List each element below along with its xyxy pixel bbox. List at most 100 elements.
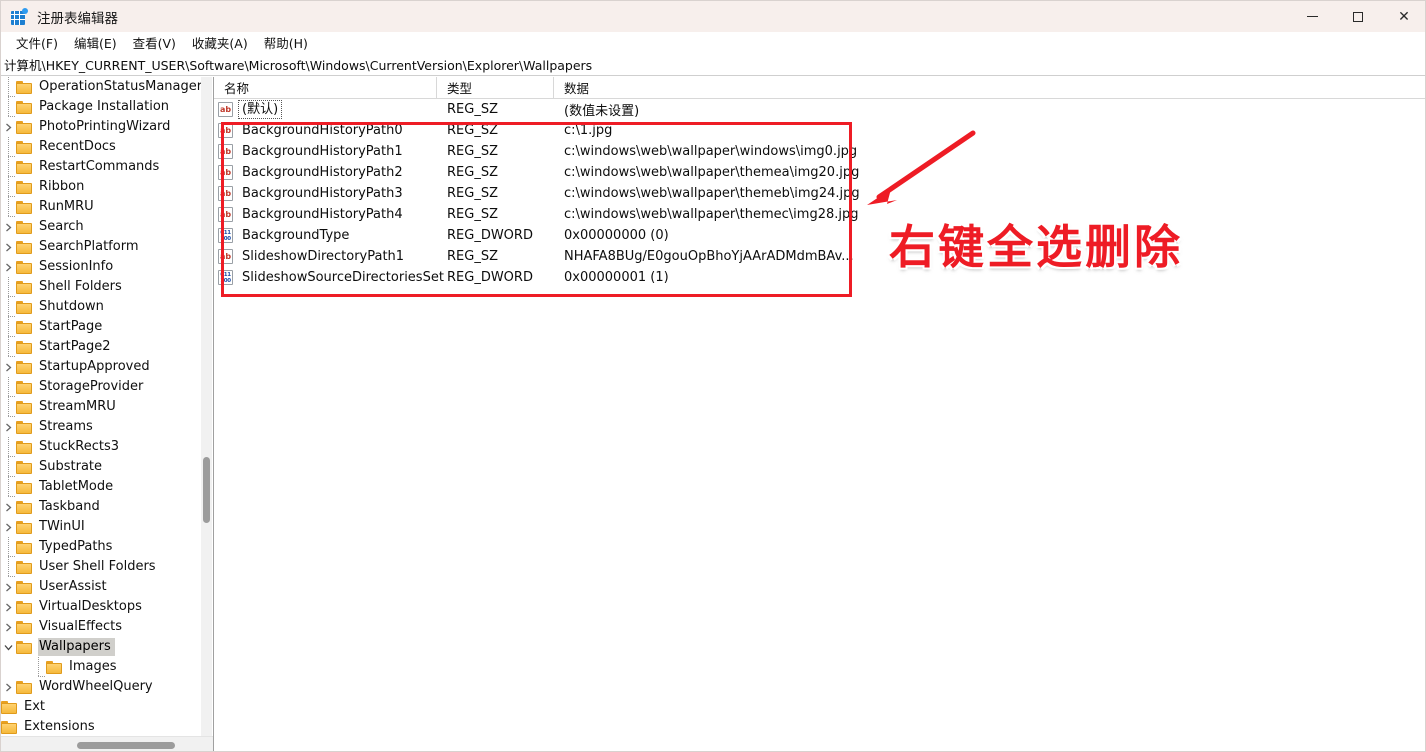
tree-vscroll-thumb[interactable] [203,457,210,523]
table-row[interactable]: 011 100 BackgroundType REG_DWORD 0x00000000 … [214,225,1425,246]
tree-item-startpage2[interactable]: StartPage2 [1,337,213,357]
table-row[interactable]: ab BackgroundHistoryPath2 REG_SZ c:\windows… [214,162,1425,183]
tree-item-restartcommands[interactable]: RestartCommands [1,157,213,177]
minimize-button[interactable] [1289,1,1335,32]
menu-help[interactable]: 帮助(H) [257,31,317,54]
tree-item-search[interactable]: Search [1,217,213,237]
menu-favorites[interactable]: 收藏夹(A) [185,31,257,54]
tree-vertical-scrollbar[interactable] [201,77,212,736]
value-type: REG_SZ [447,165,498,180]
tree-item-virtualdesktops[interactable]: VirtualDesktops [1,597,213,617]
tree-item-searchplatform[interactable]: SearchPlatform [1,237,213,257]
table-row[interactable]: ab SlideshowDirectoryPath1 REG_SZ NHAFA8BUg… [214,246,1425,267]
chevron-right-icon[interactable] [1,583,16,592]
chevron-right-icon[interactable] [1,603,16,612]
tree-item-substrate[interactable]: Substrate [1,457,213,477]
close-button[interactable]: ✕ [1381,1,1425,32]
table-row[interactable]: ab BackgroundHistoryPath4 REG_SZ c:\windows… [214,204,1425,225]
tree-item-package-installation[interactable]: Package Installation [1,97,213,117]
tree-item-stuckrects3[interactable]: StuckRects3 [1,437,213,457]
maximize-button[interactable] [1335,1,1381,32]
tree-item-label: RecentDocs [39,139,116,154]
tree-item-startpage[interactable]: StartPage [1,317,213,337]
tree-item-storageprovider[interactable]: StorageProvider [1,377,213,397]
chevron-right-icon[interactable] [1,523,16,532]
values-list: ab (默认) REG_SZ (数值未设置) ab BackgroundHistoryPa… [214,99,1425,288]
folder-icon [16,380,33,394]
column-header-data[interactable]: 数据 [554,77,1425,98]
folder-icon [16,680,33,694]
tree-item-operationstatusmanager[interactable]: OperationStatusManager [1,77,213,97]
tree-hscroll-thumb[interactable] [77,742,175,749]
tree-item-userassist[interactable]: UserAssist [1,577,213,597]
table-row[interactable]: ab (默认) REG_SZ (数值未设置) [214,99,1425,120]
tree-item-recentdocs[interactable]: RecentDocs [1,137,213,157]
tree-item-twinui[interactable]: TWinUI [1,517,213,537]
table-row[interactable]: ab BackgroundHistoryPath3 REG_SZ c:\windows… [214,183,1425,204]
tree-item-wordwheelquery[interactable]: WordWheelQuery [1,677,213,697]
menu-view[interactable]: 查看(V) [126,31,185,54]
chevron-right-icon[interactable] [1,623,16,632]
tree-item-extensions[interactable]: Extensions [1,717,213,736]
tree-item-startupapproved[interactable]: StartupApproved [1,357,213,377]
tree-item-typedpaths[interactable]: TypedPaths [1,537,213,557]
chevron-right-icon[interactable] [1,263,16,272]
menu-file[interactable]: 文件(F) [9,31,67,54]
chevron-right-icon[interactable] [1,503,16,512]
minimize-icon [1306,16,1318,17]
tree-item-wallpapers[interactable]: Wallpapers [1,637,213,657]
tree-item-streams[interactable]: Streams [1,417,213,437]
tree-item-shutdown[interactable]: Shutdown [1,297,213,317]
tree-item-shell-folders[interactable]: Shell Folders [1,277,213,297]
folder-icon [16,540,33,554]
tree-item-taskband[interactable]: Taskband [1,497,213,517]
column-header-name[interactable]: 名称 [214,77,437,98]
value-data: c:\windows\web\wallpaper\themea\img20.jp… [564,165,860,180]
table-row[interactable]: ab BackgroundHistoryPath0 REG_SZ c:\1.jpg [214,120,1425,141]
tree-item-user-shell-folders[interactable]: User Shell Folders [1,557,213,577]
tree-item-ext[interactable]: Ext [1,697,213,717]
folder-icon [16,160,33,174]
tree-item-images[interactable]: Images [1,657,213,677]
tree-horizontal-scrollbar[interactable] [1,736,213,751]
folder-icon [1,700,18,714]
value-type: REG_SZ [447,102,498,117]
value-data: c:\windows\web\wallpaper\windows\img0.jp… [564,144,858,159]
value-type: REG_SZ [447,186,498,201]
value-name-cell: ab SlideshowDirectoryPath1 [214,248,437,265]
folder-icon [1,720,18,734]
value-type: REG_SZ [447,144,498,159]
window-title: 注册表编辑器 [37,10,118,27]
value-data: c:\windows\web\wallpaper\themec\img28.jp… [564,207,859,222]
folder-icon [16,80,33,94]
dword-value-icon: 011 100 [218,270,233,285]
chevron-right-icon[interactable] [1,243,16,252]
chevron-down-icon[interactable] [1,643,16,652]
tree-item-label: Wallpapers [38,638,115,656]
tree-item-streammru[interactable]: StreamMRU [1,397,213,417]
tree-item-sessioninfo[interactable]: SessionInfo [1,257,213,277]
menu-edit[interactable]: 编辑(E) [67,31,126,54]
chevron-right-icon[interactable] [1,423,16,432]
tree-item-runmru[interactable]: RunMRU [1,197,213,217]
chevron-right-icon[interactable] [1,683,16,692]
chevron-right-icon[interactable] [1,223,16,232]
table-row[interactable]: 011 100 SlideshowSourceDirectoriesSet REG_D… [214,267,1425,288]
value-name-cell: 011 100 SlideshowSourceDirectoriesSet [214,269,444,286]
tree-item-ribbon[interactable]: Ribbon [1,177,213,197]
value-name: BackgroundHistoryPath0 [242,123,403,138]
folder-icon [16,500,33,514]
tree-item-label: WordWheelQuery [39,679,153,694]
tree-item-tabletmode[interactable]: TabletMode [1,477,213,497]
chevron-right-icon[interactable] [1,363,16,372]
value-name: SlideshowDirectoryPath1 [242,249,405,264]
column-header-type[interactable]: 类型 [437,77,554,98]
window-controls: ✕ [1289,1,1425,32]
table-row[interactable]: ab BackgroundHistoryPath1 REG_SZ c:\windows… [214,141,1425,162]
chevron-right-icon[interactable] [1,123,16,132]
address-bar[interactable]: 计算机\HKEY_CURRENT_USER\Software\Microsoft… [1,53,1425,76]
folder-icon [16,140,33,154]
tree-item-visualeffects[interactable]: VisualEffects [1,617,213,637]
string-value-icon: ab [218,207,233,222]
tree-item-photoprintingwizard[interactable]: PhotoPrintingWizard [1,117,213,137]
